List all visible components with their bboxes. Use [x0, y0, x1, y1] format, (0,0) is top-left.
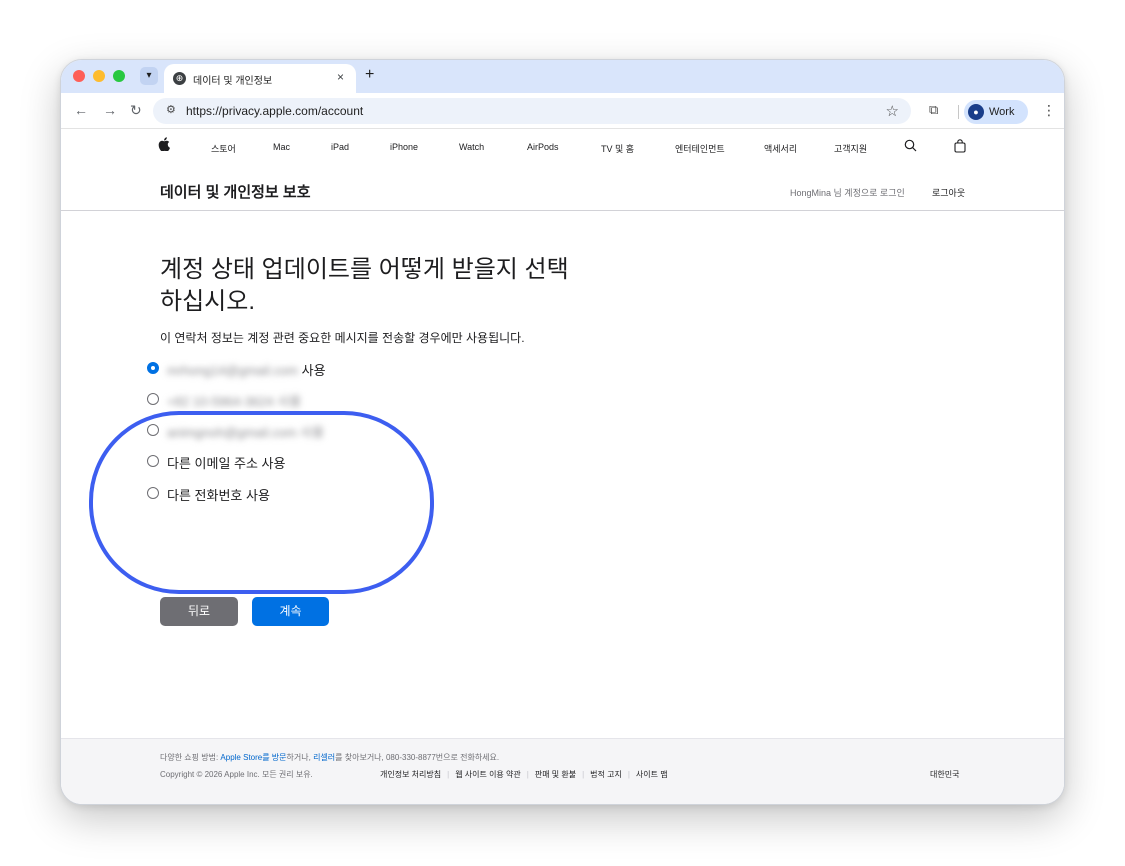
nav-item-ipad[interactable]: iPad [331, 142, 349, 152]
footer-links: 개인정보 처리방침 | 웹 사이트 이용 약관 | 판매 및 환불 | 법적 고지 | 사이트 … [380, 769, 668, 780]
close-icon[interactable]: × [337, 70, 344, 84]
description-text: 이 연락처 정보는 계정 관련 중요한 메시지를 전송할 경우에만 사용됩니다. [160, 331, 525, 345]
footer-separator: | [582, 770, 585, 779]
local-nav: 데이터 및 개인정보 보호 HongMina 님 계정으로 로그인 로그아웃 [61, 169, 1064, 211]
url-text[interactable]: https://privacy.apple.com/account [186, 104, 363, 118]
tab-privacy[interactable]: ⊕ 데이터 및 개인정보 × [164, 64, 356, 93]
footer-separator: | [526, 770, 529, 779]
footer-text: 를 찾아보거나, 080-330-8877번으로 전화하세요. [335, 753, 500, 762]
reload-icon[interactable]: ↻ [130, 102, 142, 118]
chevron-down-icon: ▾ [146, 70, 152, 81]
copyright: Copyright © 2026 Apple Inc. 모든 권리 보유. [160, 770, 313, 779]
region-link[interactable]: 대한민국 [930, 769, 959, 780]
nav-item-store[interactable]: 스토어 [211, 142, 236, 155]
option-suffix: 사용 [300, 425, 325, 440]
new-tab-button[interactable]: + [365, 66, 374, 84]
reseller-link[interactable]: 리셀러 [313, 753, 335, 762]
star-icon[interactable]: ☆ [886, 102, 899, 120]
tab-search-button[interactable]: ▾ [140, 67, 158, 85]
option-suffix: 사용 [277, 394, 302, 409]
back-arrow-icon[interactable]: ← [74, 102, 88, 118]
search-icon[interactable] [904, 139, 917, 152]
footer-link-privacy[interactable]: 개인정보 처리방침 [380, 770, 441, 779]
nav-item-entertainment[interactable]: 엔터테인먼트 [675, 142, 725, 155]
footer-separator: | [447, 770, 450, 779]
nav-item-watch[interactable]: Watch [459, 142, 484, 152]
nav-item-tv-home[interactable]: TV 및 홈 [601, 142, 634, 155]
nav-item-accessories[interactable]: 액세서리 [764, 142, 797, 155]
page-content: 스토어 Mac iPad iPhone Watch AirPods TV 및 홈… [61, 129, 1064, 804]
avatar: ● [968, 104, 984, 120]
address-bar[interactable]: ⚙ https://privacy.apple.com/account ☆ [153, 98, 911, 124]
logout-link[interactable]: 로그아웃 [932, 186, 965, 199]
minimize-window-button[interactable] [93, 70, 105, 82]
page-title: 데이터 및 개인정보 보호 [160, 184, 311, 201]
forward-arrow-icon[interactable]: → [103, 102, 117, 118]
radio-button[interactable] [147, 393, 159, 405]
nav-item-mac[interactable]: Mac [273, 142, 290, 152]
more-menu-icon[interactable]: ⋮ [1042, 102, 1056, 118]
signed-in-text: HongMina 님 계정으로 로그인 [790, 188, 905, 198]
nav-item-airpods[interactable]: AirPods [527, 142, 559, 152]
main-heading: 계정 상태 업데이트를 어떻게 받을지 선택하십시오. [160, 256, 569, 315]
radio-button[interactable] [147, 455, 159, 467]
toolbar-divider [958, 105, 959, 119]
option-label: 다른 이메일 주소 사용 [167, 456, 286, 471]
profile-label: Work [989, 106, 1015, 118]
browser-window: ▾ ⊕ 데이터 및 개인정보 × + ← → ↻ ⚙ https://priva… [60, 59, 1065, 805]
option-suffix: 사용 [301, 363, 326, 378]
browser-toolbar: ← → ↻ ⚙ https://privacy.apple.com/accoun… [61, 93, 1064, 129]
footer-text: 하거나, [286, 753, 314, 762]
footer-link-sitemap[interactable]: 사이트 맵 [636, 770, 668, 779]
footer-link-legal[interactable]: 법적 고지 [590, 770, 622, 779]
maximize-window-button[interactable] [113, 70, 125, 82]
globe-icon: ⊕ [173, 72, 186, 85]
continue-button[interactable]: 계속 [252, 597, 329, 626]
extensions-icon[interactable]: ⧉ [929, 102, 938, 118]
apple-store-link[interactable]: Apple Store를 방문 [220, 753, 286, 762]
close-window-button[interactable] [73, 70, 85, 82]
apple-logo-icon[interactable] [158, 137, 170, 151]
footer: 다양한 쇼핑 방법: Apple Store를 방문하거나, 리셀러를 찾아보거… [61, 738, 1064, 804]
footer-shopping-text: 다양한 쇼핑 방법: Apple Store를 방문하거나, 리셀러를 찾아보거… [160, 752, 499, 763]
tab-title: 데이터 및 개인정보 [193, 76, 273, 87]
global-nav: 스토어 Mac iPad iPhone Watch AirPods TV 및 홈… [61, 129, 1064, 169]
tab-strip: ▾ ⊕ 데이터 및 개인정보 × + [61, 60, 1064, 93]
footer-link-sales[interactable]: 판매 및 환불 [535, 770, 576, 779]
site-settings-icon[interactable]: ⚙ [166, 103, 176, 116]
contact-value: animgnoh@gmail.com [167, 425, 297, 440]
contact-value: +82 10-5964-3624 [167, 394, 274, 409]
option-label: 다른 전화번호 사용 [167, 488, 270, 503]
back-button[interactable]: 뒤로 [160, 597, 238, 626]
nav-item-iphone[interactable]: iPhone [390, 142, 418, 152]
profile-button[interactable]: ● Work [964, 100, 1028, 124]
radio-button-selected[interactable] [147, 362, 159, 374]
contact-value: mrhong14@gmail.com [167, 363, 298, 378]
footer-separator: | [627, 770, 630, 779]
shopping-bag-icon[interactable] [954, 139, 966, 153]
nav-item-support[interactable]: 고객지원 [834, 142, 867, 155]
footer-text: 다양한 쇼핑 방법: [160, 753, 221, 762]
footer-link-terms[interactable]: 웹 사이트 이용 약관 [455, 770, 521, 779]
radio-button[interactable] [147, 487, 159, 499]
radio-button[interactable] [147, 424, 159, 436]
